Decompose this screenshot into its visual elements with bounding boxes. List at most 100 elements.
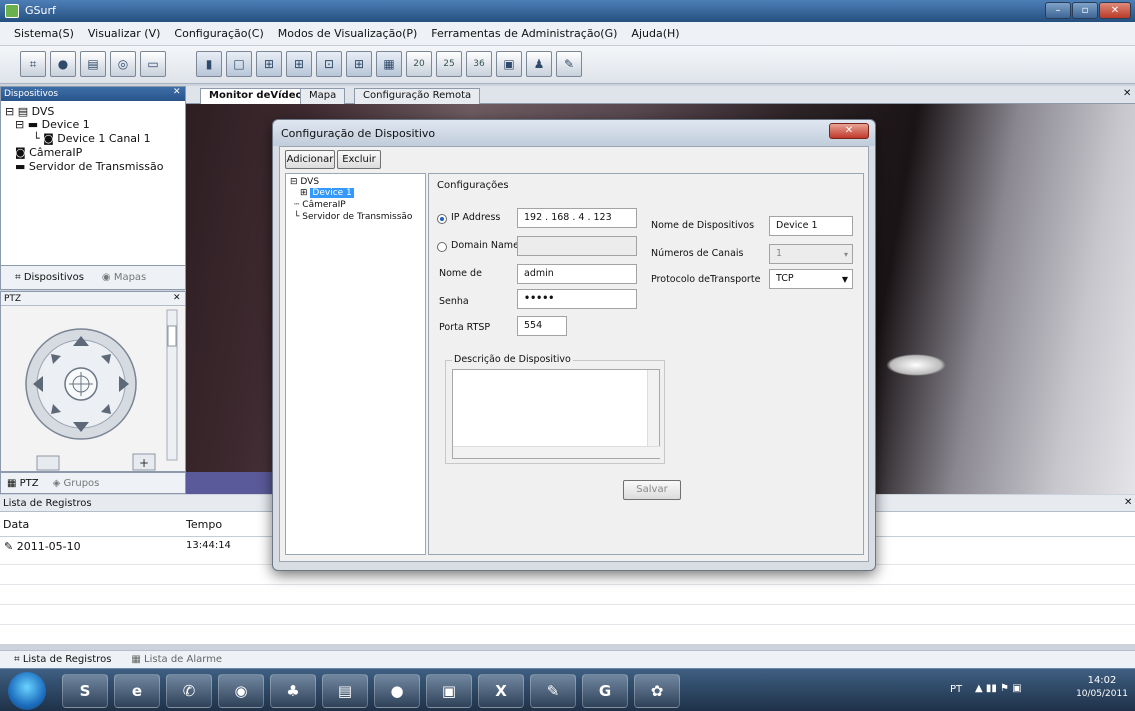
ip-address-input[interactable]: 192 . 168 . 4 . 123: [517, 208, 637, 228]
ptz-panel: PTZ ✕ +: [0, 291, 186, 472]
dialog-tree-server[interactable]: └ Servidor de Transmissão: [294, 212, 412, 222]
config-icon[interactable]: ▭: [140, 51, 166, 77]
messenger-icon[interactable]: ♣: [270, 674, 316, 708]
maximize-button[interactable]: ▫: [1072, 2, 1098, 19]
window-title: GSurf: [25, 4, 56, 17]
video-close-icon[interactable]: ✕: [1123, 88, 1131, 99]
device-name-input[interactable]: Device 1: [769, 216, 853, 236]
close-button[interactable]: ✕: [1099, 2, 1131, 19]
language-indicator[interactable]: PT: [950, 684, 962, 695]
explorer-icon[interactable]: ▤: [322, 674, 368, 708]
play-icon[interactable]: ●: [50, 51, 76, 77]
tab-maps[interactable]: ◉ Mapas: [102, 272, 146, 283]
protocol-select[interactable]: TCP ▼: [769, 269, 853, 289]
delete-button[interactable]: Excluir: [337, 150, 381, 169]
menu-configuracao[interactable]: Configuração(C): [174, 27, 263, 40]
device-config-dialog: Configuração de Dispositivo ✕ Adicionar …: [272, 119, 876, 571]
minimize-button[interactable]: –: [1045, 2, 1071, 19]
layout-6-icon[interactable]: ⊡: [316, 51, 342, 77]
menu-ferramentas[interactable]: Ferramentas de Administração(G): [431, 27, 617, 40]
device-tree-icon[interactable]: ⌗: [20, 51, 46, 77]
video-controls[interactable]: [186, 472, 276, 494]
username-input[interactable]: admin: [517, 264, 637, 284]
tab-groups[interactable]: ◈ Grupos: [53, 478, 100, 489]
menu-modos[interactable]: Modos de Visualização(P): [278, 27, 418, 40]
log-col-date: Data: [3, 518, 30, 531]
clock-date[interactable]: 10/05/2011: [1074, 689, 1130, 699]
paint-icon[interactable]: ✎: [530, 674, 576, 708]
domain-name-input[interactable]: [517, 236, 637, 256]
layout-25-button[interactable]: 25: [436, 51, 462, 77]
layout-8-icon[interactable]: ⊞: [346, 51, 372, 77]
tree-camera-ip[interactable]: ◙ CâmeraIP: [15, 146, 82, 159]
chrome-icon[interactable]: ◉: [218, 674, 264, 708]
domain-name-radio[interactable]: [437, 242, 447, 252]
tree-device1[interactable]: ⊟ ▬ Device 1: [15, 118, 90, 131]
gtalk-icon[interactable]: ✆: [166, 674, 212, 708]
layout-3x3-icon[interactable]: ⊞: [286, 51, 312, 77]
dialog-tree-dvs[interactable]: ⊟ DVS: [290, 177, 319, 187]
vertical-scrollbar[interactable]: [647, 370, 659, 446]
ptz-close-icon[interactable]: ✕: [173, 293, 181, 303]
close-icon[interactable]: ✕: [173, 87, 181, 97]
tab-ptz[interactable]: ▦ PTZ: [7, 478, 39, 489]
folder-icon[interactable]: ▣: [426, 674, 472, 708]
skype-icon[interactable]: S: [62, 674, 108, 708]
menu-sistema[interactable]: Sistema(S): [14, 27, 74, 40]
tree-dvs[interactable]: ⊟ ▤ DVS: [5, 105, 54, 118]
ip-address-radio[interactable]: [437, 214, 447, 224]
channels-select[interactable]: 1 ▾: [769, 244, 853, 264]
menu-visualizar[interactable]: Visualizar (V): [88, 27, 161, 40]
tab-remote-config[interactable]: Configuração Remota: [354, 88, 481, 104]
tools-icon[interactable]: ✎: [556, 51, 582, 77]
tab-map[interactable]: Mapa: [300, 88, 346, 104]
layout-16-icon[interactable]: ▦: [376, 51, 402, 77]
password-input[interactable]: •••••: [517, 289, 637, 309]
tab-log-list[interactable]: ⌗ Lista de Registros: [14, 654, 111, 665]
device-name-label: Nome de Dispositivos: [651, 220, 755, 231]
layout-36-button[interactable]: 36: [466, 51, 492, 77]
dialog-tree-device1[interactable]: ⊞ Device 1: [300, 188, 354, 198]
app-icon: [5, 4, 19, 18]
layout-1-icon[interactable]: ▮: [196, 51, 222, 77]
dialog-tree-camera-ip[interactable]: ┄ CâmeraIP: [294, 200, 346, 210]
description-group: Descrição de Dispositivo: [445, 354, 665, 464]
layout-20-button[interactable]: 20: [406, 51, 432, 77]
gsurf-icon[interactable]: G: [582, 674, 628, 708]
layout-1x1-icon[interactable]: □: [226, 51, 252, 77]
tray-icons[interactable]: ▲ ▮▮ ⚑ ▣: [975, 683, 1022, 694]
ptz-title: PTZ: [1, 292, 185, 306]
ptz-icon[interactable]: ◎: [110, 51, 136, 77]
menu-ajuda[interactable]: Ajuda(H): [631, 27, 679, 40]
rtsp-port-input[interactable]: 554: [517, 316, 567, 336]
log-close-icon[interactable]: ✕: [1124, 497, 1132, 508]
save-button[interactable]: Salvar: [623, 480, 681, 500]
record-icon[interactable]: ▤: [80, 51, 106, 77]
layout-2x2-icon[interactable]: ⊞: [256, 51, 282, 77]
user-icon[interactable]: ♟: [526, 51, 552, 77]
tab-video-monitor[interactable]: Monitor deVídeo: [200, 88, 312, 104]
title-bar: GSurf – ▫ ✕: [0, 0, 1135, 22]
start-button[interactable]: [8, 672, 46, 710]
channels-label: Números de Canais: [651, 248, 744, 259]
ie-icon[interactable]: e: [114, 674, 160, 708]
horizontal-scrollbar[interactable]: [453, 446, 661, 458]
clock-time[interactable]: 14:02: [1080, 675, 1124, 686]
add-button[interactable]: Adicionar: [285, 150, 335, 169]
media-icon[interactable]: ●: [374, 674, 420, 708]
monitor-icon[interactable]: ▣: [496, 51, 522, 77]
excel-icon[interactable]: X: [478, 674, 524, 708]
video-light: [886, 354, 946, 376]
tab-devices[interactable]: ⌗ Dispositivos: [15, 272, 84, 283]
description-textarea[interactable]: [452, 369, 661, 459]
dialog-close-button[interactable]: ✕: [829, 123, 869, 139]
tree-device1-channel1[interactable]: └ ◙ Device 1 Canal 1: [33, 132, 151, 145]
tree-streaming-server[interactable]: ▬ Servidor de Transmissão: [15, 160, 163, 173]
log-col-time: Tempo: [186, 518, 223, 531]
domain-name-label: Domain Name: [451, 240, 519, 251]
ptz-joystick[interactable]: +: [1, 306, 187, 472]
tab-alarm-list[interactable]: ▦ Lista de Alarme: [131, 654, 222, 665]
protocol-label: Protocolo deTransporte: [651, 274, 761, 285]
paint-brush-icon[interactable]: ✿: [634, 674, 680, 708]
device-tabs: ⌗ Dispositivos ◉ Mapas: [0, 266, 186, 290]
